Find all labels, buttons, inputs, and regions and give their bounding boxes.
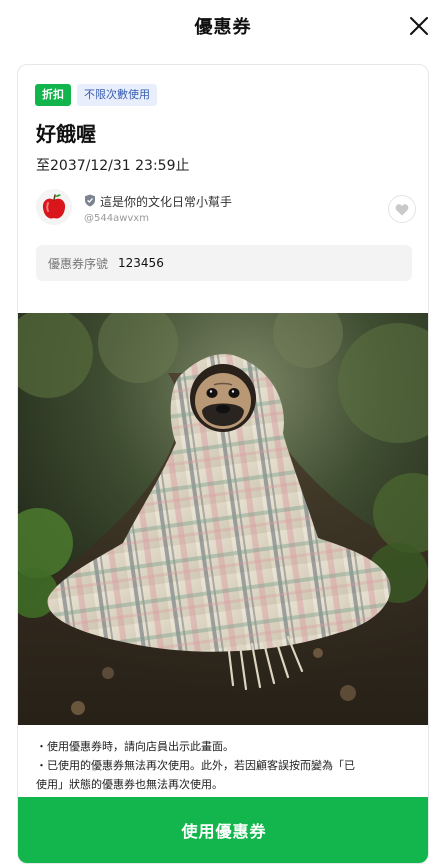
unlimited-use-badge: 不限次數使用: [77, 84, 157, 106]
discount-badge: 折扣: [35, 84, 71, 106]
coupon-screen: 優惠券 折扣 不限次數使用 好餓喔 至2037/12/31 23:59止 這是你…: [0, 0, 446, 866]
note-line: ・已使用的優惠券無法再次使用。此外，若因顧客誤按而變為「已: [36, 759, 355, 772]
coupon-title: 好餓喔: [36, 122, 96, 146]
avatar[interactable]: [36, 189, 72, 225]
expiry-date: 至2037/12/31 23:59止: [36, 158, 190, 174]
official-account[interactable]: 這是你的文化日常小幫手 @544awvxm: [36, 189, 416, 233]
shield-icon: [85, 194, 95, 207]
like-button[interactable]: [388, 195, 416, 223]
close-icon: [410, 17, 428, 35]
coupon-card: 折扣 不限次數使用 好餓喔 至2037/12/31 23:59止 這是你的文化日…: [17, 64, 429, 864]
pug-in-blanket-image: [18, 313, 428, 725]
header: 優惠券: [0, 0, 446, 52]
serial-label: 優惠券序號: [48, 256, 109, 271]
use-coupon-button[interactable]: 使用優惠券: [18, 797, 428, 863]
usage-notes: ・使用優惠券時，請向店員出示此畫面。 ・已使用的優惠券無法再次使用。此外，若因顧…: [36, 737, 416, 794]
coupon-image: [18, 313, 428, 725]
account-id: @544awvxm: [84, 213, 149, 224]
page-title: 優惠券: [194, 17, 252, 38]
note-line: 使用」狀態的優惠券也無法再次使用。: [36, 778, 223, 791]
serial-number-box: 優惠券序號 123456: [36, 245, 412, 281]
note-line: ・使用優惠券時，請向店員出示此畫面。: [36, 740, 234, 753]
close-button[interactable]: [406, 13, 432, 39]
badge-row: 折扣 不限次數使用: [35, 84, 157, 106]
serial-value: 123456: [118, 256, 164, 270]
heart-icon: [395, 203, 409, 215]
account-name: 這是你的文化日常小幫手: [100, 195, 233, 209]
apple-icon: [36, 189, 72, 225]
